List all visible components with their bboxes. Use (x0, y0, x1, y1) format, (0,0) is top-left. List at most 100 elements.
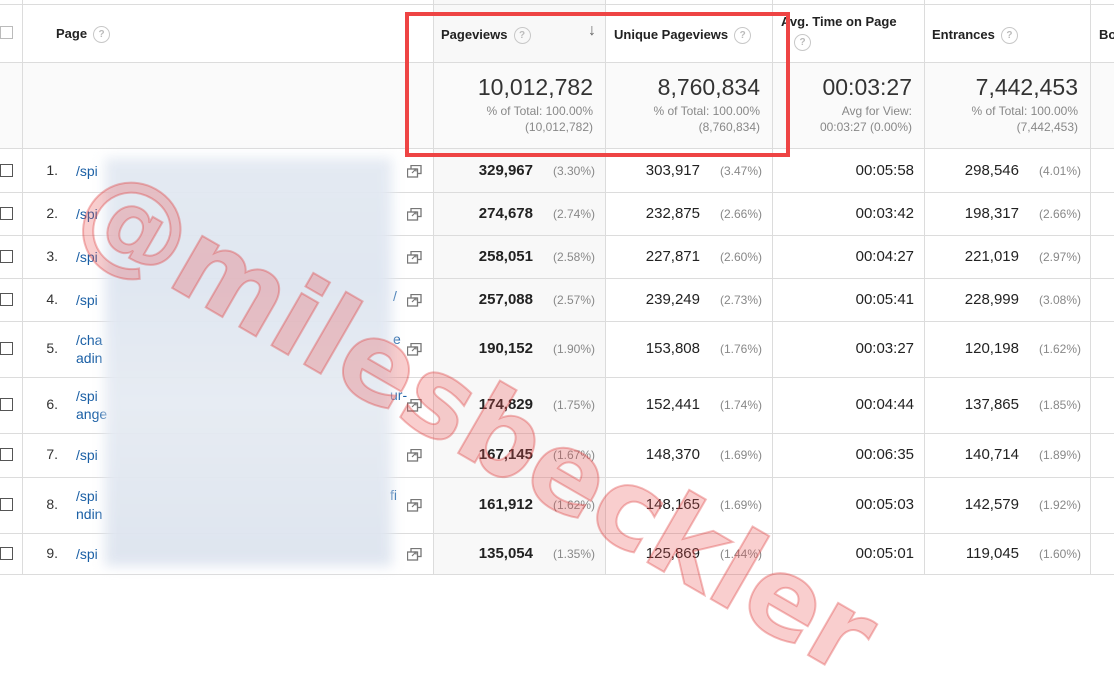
pageviews-percent: (2.57%) (552, 292, 595, 307)
page-path-link[interactable]: /spi (76, 446, 98, 464)
avg-time-value: 00:05:03 (855, 496, 914, 513)
avg-time-value: 00:06:35 (855, 446, 914, 463)
help-icon[interactable]: ? (794, 34, 811, 51)
total-entrances: 7,442,453 (975, 74, 1078, 100)
entrances-value: 298,546 (964, 161, 1019, 179)
pageviews-value: 190,152 (478, 340, 533, 357)
avg-for-view-label: Avg for View: (841, 104, 912, 118)
row-checkbox[interactable] (0, 546, 13, 560)
entrances-percent: (2.66%) (1038, 206, 1081, 221)
column-header-label: Page (56, 26, 88, 41)
avg-for-view-value: 00:03:27 (0.00%) (819, 120, 912, 134)
avg-time-value: 00:03:27 (855, 340, 914, 357)
pageviews-percent: (1.75%) (552, 398, 595, 412)
open-page-icon[interactable] (407, 499, 422, 512)
page-path-line: /spi (76, 291, 98, 308)
entrances-value: 119,045 (965, 544, 1019, 562)
unique-pageviews-value: 303,917 (645, 161, 700, 179)
page-path-tail[interactable]: / (393, 288, 397, 304)
page-path-line: ndin (76, 506, 103, 522)
row-number: 1. (46, 161, 58, 178)
entrances-percent: (4.01%) (1038, 163, 1081, 178)
entrances-percent: (1.92%) (1038, 498, 1081, 512)
unique-pageviews-percent: (2.60%) (719, 249, 762, 264)
row-checkbox[interactable] (0, 398, 13, 411)
unique-pageviews-value: 232,875 (645, 204, 700, 222)
total-entrances-pct: % of Total: 100.00% (971, 104, 1078, 118)
unique-pageviews-percent: (1.69%) (719, 498, 762, 512)
divider (0, 574, 1114, 575)
unique-pageviews-value: 148,165 (645, 496, 700, 513)
unique-pageviews-value: 153,808 (645, 340, 700, 357)
avg-time-value: 00:03:42 (855, 204, 914, 222)
row-number: 3. (46, 247, 58, 264)
avg-time-value: 00:05:01 (855, 544, 914, 562)
page-path-line: ange (76, 406, 108, 422)
page-path-line: /spi (76, 388, 98, 404)
entrances-percent: (1.60%) (1038, 546, 1081, 561)
column-header-page[interactable]: Page? (56, 26, 111, 44)
pageviews-percent: (1.35%) (552, 546, 595, 561)
column-header-bounce[interactable]: Bo (1099, 27, 1114, 42)
unique-pageviews-value: 152,441 (645, 396, 700, 413)
open-page-icon[interactable] (407, 250, 422, 264)
page-path-link[interactable]: /spi (76, 162, 98, 180)
page-path-line: /spi (76, 248, 98, 265)
page-path-link[interactable]: /spi (76, 545, 98, 563)
page-path-tail[interactable]: e (393, 331, 401, 347)
entrances-value: 120,198 (964, 340, 1019, 357)
page-path-tail[interactable]: ur- (390, 387, 407, 403)
row-checkbox[interactable] (0, 448, 13, 461)
column-header-label: Avg. Time on Page (781, 14, 897, 29)
unique-pageviews-percent: (2.66%) (719, 206, 762, 221)
row-number: 9. (46, 544, 58, 561)
unique-pageviews-percent: (1.44%) (719, 546, 762, 561)
open-page-icon[interactable] (407, 449, 422, 462)
row-checkbox[interactable] (0, 249, 13, 263)
unique-pageviews-value: 227,871 (645, 247, 700, 265)
open-page-icon[interactable] (407, 399, 422, 412)
page-path-link[interactable]: /spi (76, 291, 98, 309)
page-path-link[interactable]: /cha adin (76, 331, 102, 367)
open-page-icon[interactable] (407, 207, 422, 221)
redacted-page-paths (105, 158, 392, 566)
entrances-percent: (3.08%) (1038, 292, 1081, 307)
row-checkbox[interactable] (0, 292, 13, 306)
select-all-checkbox[interactable] (0, 26, 13, 39)
pageviews-percent: (2.58%) (552, 249, 595, 264)
avg-time-value: 00:05:58 (855, 161, 914, 179)
pageviews-value: 329,967 (478, 161, 533, 179)
row-checkbox[interactable] (0, 498, 13, 511)
entrances-percent: (1.62%) (1038, 342, 1081, 356)
open-page-icon[interactable] (407, 547, 422, 561)
column-header-avg-time[interactable]: Avg. Time on Page (781, 14, 897, 29)
avg-time-value: 00:04:44 (855, 396, 914, 413)
help-icon[interactable]: ? (1000, 27, 1018, 45)
open-page-icon[interactable] (407, 293, 422, 307)
page-path-line: /spi (76, 545, 98, 562)
row-checkbox[interactable] (0, 342, 13, 355)
pageviews-value: 174,829 (478, 396, 533, 413)
row-number: 8. (46, 496, 58, 512)
total-avg-time: 00:03:27 (822, 74, 912, 100)
total-entrances-abs: (7,442,453) (1016, 120, 1078, 134)
unique-pageviews-percent: (1.76%) (719, 342, 762, 356)
entrances-percent: (1.85%) (1038, 398, 1081, 412)
pageviews-value: 274,678 (478, 204, 533, 222)
row-checkbox[interactable] (0, 206, 13, 220)
unique-pageviews-percent: (1.69%) (719, 448, 762, 462)
column-header-label: Bo (1099, 27, 1114, 42)
open-page-icon[interactable] (407, 343, 422, 356)
unique-pageviews-percent: (2.73%) (719, 292, 762, 307)
entrances-value: 142,579 (964, 496, 1019, 513)
page-path-line: /cha (76, 332, 103, 348)
page-path-link[interactable]: /spi ndin (76, 487, 102, 523)
pageviews-percent: (3.30%) (552, 163, 595, 178)
help-icon[interactable]: ? (93, 26, 111, 44)
page-path-link[interactable]: /spi (76, 248, 98, 266)
open-page-icon[interactable] (407, 164, 422, 178)
page-path-link[interactable]: /spi ange (76, 387, 107, 423)
row-checkbox[interactable] (0, 163, 13, 177)
page-path-link[interactable]: /spi (76, 205, 98, 223)
column-header-entrances[interactable]: Entrances? (932, 27, 1018, 45)
